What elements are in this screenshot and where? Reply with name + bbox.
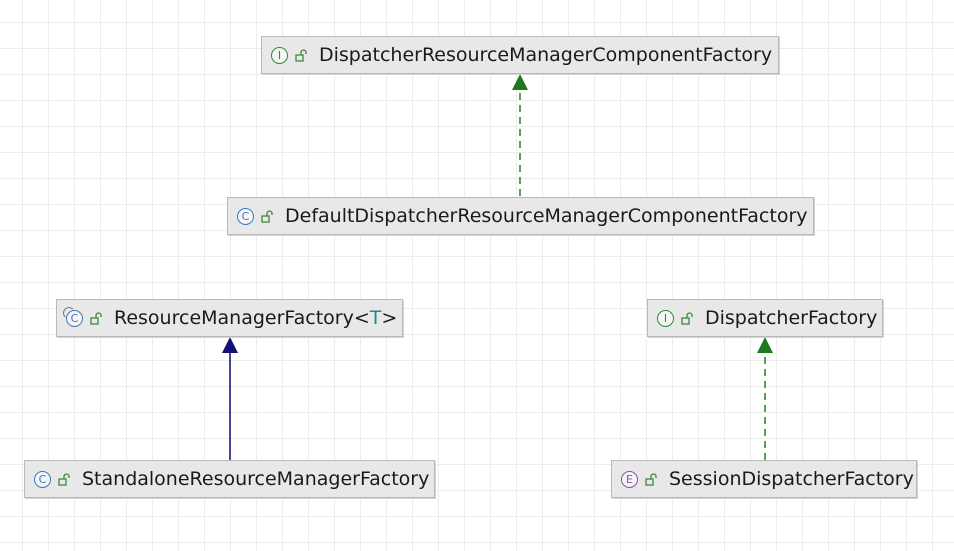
node-name: ResourceManagerFactory< [114,307,370,329]
node-name: DispatcherResourceManagerComponentFactor… [319,44,773,66]
interface-icon: I [271,46,288,64]
interface-icon: I [657,309,674,327]
node-standalone-rm-factory[interactable]: C StandaloneResourceManagerFactory [24,460,435,498]
edge-session-implements-dispatcher-factory [757,337,773,460]
unlock-icon [261,209,274,223]
unlock-icon [58,472,71,486]
type-parameter: T [369,307,382,329]
node-name: StandaloneResourceManagerFactory [82,468,430,490]
unlock-icon [681,311,694,325]
node-session-dispatcher-factory[interactable]: E SessionDispatcherFactory [611,460,917,498]
unlock-icon [295,48,308,62]
node-dispatcher-rm-component-factory[interactable]: I DispatcherResourceManagerComponentFact… [261,36,779,74]
class-icon: C [34,470,51,488]
enum-icon: E [621,470,638,488]
node-dispatcher-factory[interactable]: I DispatcherFactory [647,299,883,337]
node-resource-manager-factory[interactable]: C ResourceManagerFactory< T > [56,299,403,337]
edge-standalone-extends-resource-manager [222,337,238,460]
node-name: SessionDispatcherFactory [669,468,914,490]
node-name-suffix: > [381,307,398,329]
unlock-icon [90,311,103,325]
node-name: DispatcherFactory [705,307,878,329]
abstract-class-icon: C [63,306,83,327]
unlock-icon [645,472,658,486]
class-icon: C [237,207,254,225]
node-name: DefaultDispatcherResourceManagerComponen… [285,205,808,227]
node-default-dispatcher-rm-component-factory[interactable]: C DefaultDispatcherResourceManagerCompon… [227,197,814,235]
edge-default-implements-dispatcher-rm [512,74,528,196]
